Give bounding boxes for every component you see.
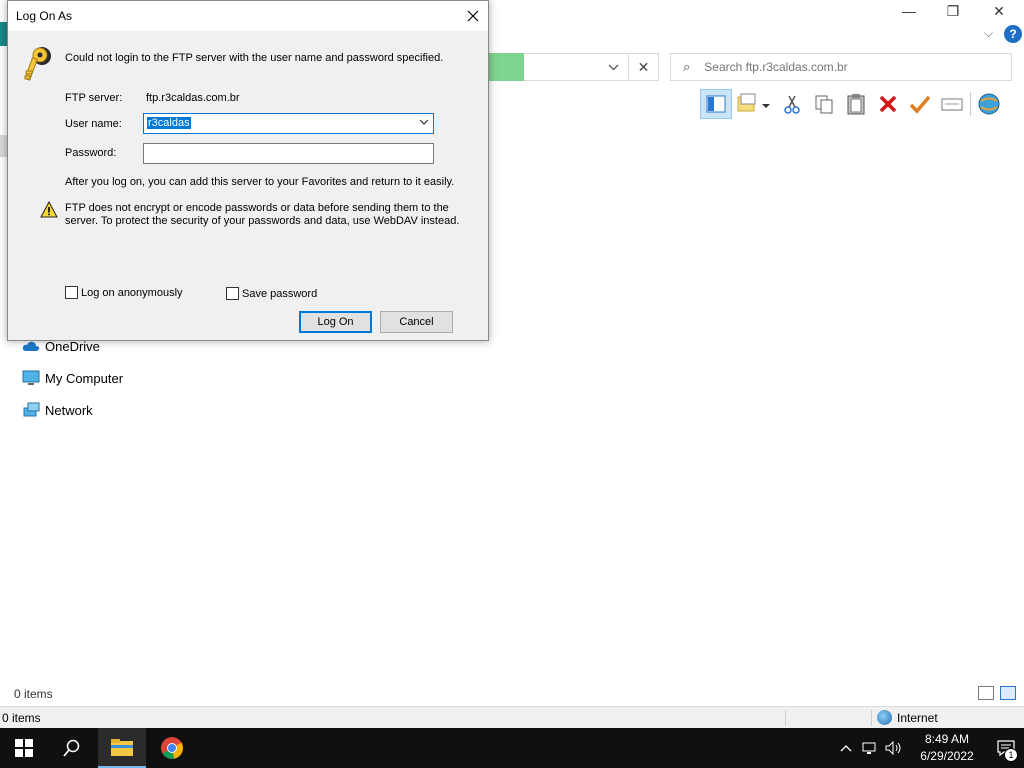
password-label: Password: <box>65 147 117 159</box>
nav-item-label: Network <box>45 402 93 418</box>
username-combobox[interactable]: r3caldas <box>143 113 434 134</box>
copy-icon <box>815 95 833 114</box>
network-icon <box>22 402 40 418</box>
security-zone: Internet <box>877 710 938 725</box>
clock[interactable]: 8:49 AM 6/29/2022 <box>906 731 988 765</box>
favorites-hint: After you log on, you can add this serve… <box>65 176 455 188</box>
desktop-screen: — ❐ ✕ ⌵ ? ✕ ⌕ Search ftp.r3caldas.com.br… <box>0 0 1024 768</box>
search-box[interactable]: ⌕ <box>670 53 1012 81</box>
views-icon <box>737 93 770 112</box>
rename-button[interactable] <box>936 89 968 119</box>
search-input[interactable] <box>704 60 1005 74</box>
internet-options-button[interactable] <box>973 89 1005 119</box>
save-password-checkbox[interactable]: Save password <box>226 287 317 300</box>
system-tray: 8:49 AM 6/29/2022 1 <box>834 728 1024 768</box>
large-icons-view-icon[interactable] <box>1000 686 1016 700</box>
username-label: User name: <box>65 118 122 130</box>
taskbar: 8:49 AM 6/29/2022 1 <box>0 728 1024 768</box>
dialog-title: Log On As <box>16 9 73 23</box>
cut-button[interactable] <box>776 89 808 119</box>
chevron-down-icon[interactable]: ⌵ <box>984 26 993 41</box>
cancel-button[interactable]: Cancel <box>380 311 453 333</box>
checkmark-icon <box>909 95 931 114</box>
preview-pane-icon <box>706 95 726 113</box>
stop-loading-button[interactable]: ✕ <box>628 53 658 81</box>
computer-icon <box>22 370 40 386</box>
file-explorer-icon <box>111 739 133 756</box>
start-button[interactable] <box>0 728 48 768</box>
toolbar-separator <box>970 92 971 116</box>
delete-x-icon <box>879 95 897 113</box>
checkbox-box[interactable] <box>226 287 239 300</box>
clock-date: 6/29/2022 <box>920 749 974 763</box>
close-icon[interactable] <box>458 1 488 31</box>
paste-icon <box>847 94 865 115</box>
rename-icon <box>941 98 963 111</box>
close-window-button[interactable]: ✕ <box>976 0 1022 22</box>
dialog-titlebar[interactable]: Log On As <box>8 1 488 31</box>
restore-button[interactable]: ❐ <box>930 0 976 22</box>
zone-label: Internet <box>897 710 938 725</box>
status-item-count: 0 items <box>2 710 41 725</box>
checkbox-box[interactable] <box>65 286 78 299</box>
view-menu-button[interactable] <box>732 89 776 119</box>
clock-time: 8:49 AM <box>924 732 970 746</box>
copy-button[interactable] <box>808 89 840 119</box>
chevron-down-icon[interactable] <box>419 116 429 128</box>
password-field[interactable] <box>143 143 434 164</box>
error-message: Could not login to the FTP server with t… <box>65 52 444 64</box>
paste-button[interactable] <box>840 89 872 119</box>
minimize-button[interactable]: — <box>886 0 932 22</box>
anonymous-label: Log on anonymously <box>81 286 183 299</box>
notification-count-badge: 1 <box>1004 748 1018 762</box>
chevron-down-icon <box>608 64 618 70</box>
taskbar-search-button[interactable] <box>48 728 96 768</box>
ftp-server-value: ftp.r3caldas.com.br <box>146 92 240 104</box>
key-icon <box>22 45 54 83</box>
scissors-icon <box>784 95 800 114</box>
save-password-label: Save password <box>242 287 318 300</box>
address-dropdown-button[interactable] <box>600 53 626 81</box>
address-progress-fill <box>489 53 524 81</box>
toolbar <box>700 88 1005 120</box>
nav-item-network[interactable]: Network <box>22 402 93 418</box>
log-on-as-dialog: Log On As Could not login to the FTP ser… <box>7 0 489 341</box>
nav-item-label: My Computer <box>45 370 124 386</box>
warning-icon <box>40 200 58 219</box>
status-separator <box>871 710 872 726</box>
volume-icon[interactable] <box>882 728 906 768</box>
ftp-server-label: FTP server: <box>65 92 123 104</box>
chevron-up-icon[interactable] <box>834 728 858 768</box>
help-icon[interactable]: ? <box>1004 25 1022 43</box>
log-on-button[interactable]: Log On <box>299 311 372 333</box>
properties-button[interactable] <box>904 89 936 119</box>
status-separator <box>785 710 786 726</box>
file-explorer-taskbar-button[interactable] <box>98 728 146 768</box>
chrome-icon <box>161 737 183 759</box>
security-warning: FTP does not encrypt or encode passwords… <box>65 202 460 227</box>
nav-item-my-computer[interactable]: My Computer <box>22 370 123 386</box>
network-status-icon[interactable] <box>858 728 882 768</box>
globe-icon <box>978 93 1000 115</box>
search-icon: ⌕ <box>683 59 691 74</box>
view-switcher <box>978 686 1016 700</box>
action-center-button[interactable]: 1 <box>988 728 1024 768</box>
delete-button[interactable] <box>872 89 904 119</box>
search-icon <box>63 739 80 757</box>
details-view-icon[interactable] <box>978 686 994 700</box>
chrome-taskbar-button[interactable] <box>148 728 196 768</box>
status-bar: 0 items Internet <box>0 706 1024 728</box>
anonymous-checkbox[interactable]: Log on anonymously <box>65 286 183 299</box>
globe-icon <box>877 710 892 725</box>
preview-pane-button[interactable] <box>700 89 732 119</box>
item-count-label: 0 items <box>14 687 53 701</box>
username-value[interactable]: r3caldas <box>147 117 191 129</box>
start-icon <box>15 739 33 757</box>
